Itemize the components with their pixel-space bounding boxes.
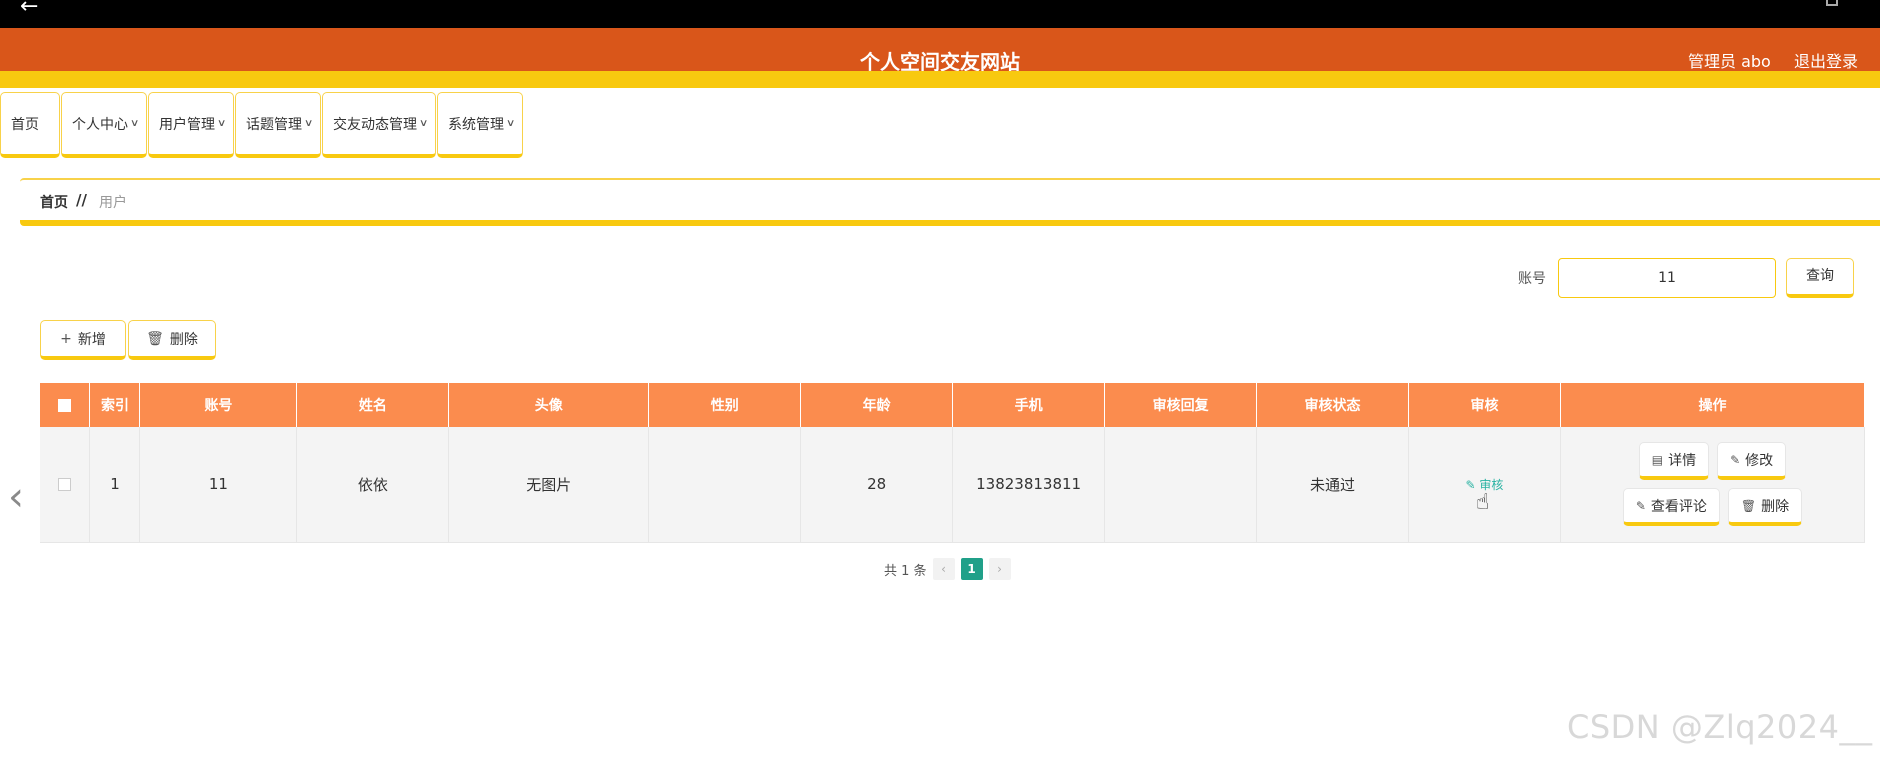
- search-account-label: 账号: [1518, 271, 1546, 287]
- trash-icon: 🗑: [1740, 498, 1757, 513]
- chevron-left-icon[interactable]: ‹: [8, 474, 24, 520]
- column-header: 操作: [1560, 383, 1866, 427]
- column-header: 索引: [89, 383, 141, 427]
- document-icon: ▤: [1651, 452, 1664, 467]
- nav-item-label: 个人中心: [72, 116, 128, 133]
- add-button[interactable]: + 新增: [40, 320, 126, 360]
- back-arrow-icon[interactable]: ←: [20, 0, 38, 19]
- batch-delete-button[interactable]: 🗑 删除: [128, 320, 216, 360]
- select-all-checkbox[interactable]: [58, 398, 72, 412]
- column-header: 手机: [952, 383, 1106, 427]
- page-number[interactable]: 1: [960, 558, 983, 580]
- add-button-label: 新增: [77, 331, 106, 348]
- breadcrumb-home[interactable]: 首页: [40, 192, 68, 212]
- nav-item-system-management[interactable]: 系统管理 ∨: [437, 92, 523, 158]
- nav-item-label: 系统管理: [448, 116, 504, 133]
- delete-button-label: 删除: [1761, 498, 1790, 515]
- nav-item-label: 首页: [11, 116, 39, 133]
- hand-pointer-cursor-icon: ☝: [1476, 490, 1490, 515]
- column-header: 性别: [648, 383, 802, 427]
- chevron-down-icon: ∨: [216, 118, 227, 129]
- search-account-input[interactable]: [1558, 258, 1776, 298]
- column-header: 头像: [448, 383, 650, 427]
- watermark: CSDN @Zlq2024__: [1567, 708, 1873, 746]
- edit-button[interactable]: ✎ 修改: [1717, 442, 1787, 481]
- nav-item-topic-management[interactable]: 话题管理 ∨: [235, 92, 321, 158]
- edit-pen-icon: ✎: [1730, 452, 1741, 467]
- chevron-down-icon: ∨: [129, 118, 140, 129]
- row-checkbox[interactable]: [58, 478, 72, 492]
- restore-icon[interactable]: [1826, 0, 1838, 6]
- cell-review-status: 未通过: [1256, 427, 1409, 543]
- batch-delete-button-label: 删除: [169, 331, 198, 348]
- nav-item-user-management[interactable]: 用户管理 ∨: [148, 92, 234, 158]
- table-row: 1 11 依依 无图片 28 13823813811 未通过 ✎ 审核 ▤ 详情…: [40, 427, 1866, 543]
- chevron-down-icon: ∨: [303, 118, 314, 129]
- chevron-down-icon: ∨: [505, 118, 516, 129]
- select-all-cell: [40, 383, 91, 427]
- next-page-icon[interactable]: ›: [988, 558, 1011, 580]
- cell-avatar: 无图片: [448, 427, 650, 543]
- cell-name: 依依: [296, 427, 450, 543]
- chevron-down-icon: ∨: [418, 118, 429, 129]
- cell-phone: 13823813811: [952, 427, 1106, 543]
- cell-account: 11: [139, 427, 298, 543]
- breadcrumb: 首页 // 用户: [20, 178, 1880, 226]
- edit-button-label: 修改: [1745, 452, 1774, 469]
- nav-item-label: 用户管理: [159, 116, 215, 133]
- plus-icon: +: [60, 330, 72, 347]
- view-comments-button-label: 查看评论: [1650, 498, 1707, 515]
- prev-page-icon[interactable]: ‹: [932, 558, 955, 580]
- trash-icon: 🗑: [146, 330, 164, 347]
- cell-gender: [648, 427, 802, 543]
- logout-link[interactable]: 退出登录: [1794, 48, 1858, 72]
- cell-index: 1: [89, 427, 141, 543]
- view-comments-button[interactable]: ✎ 查看评论: [1622, 488, 1720, 527]
- column-header: 审核回复: [1104, 383, 1258, 427]
- column-header: 审核状态: [1256, 383, 1409, 427]
- nav-item-label: 交友动态管理: [333, 116, 417, 133]
- nav-item-social-feed-management[interactable]: 交友动态管理 ∨: [322, 92, 436, 158]
- row-select-cell: [40, 427, 91, 543]
- admin-label: 管理员 abo: [1688, 52, 1771, 71]
- pagination-total: 共 1 条: [884, 563, 927, 579]
- delete-button[interactable]: 🗑 删除: [1727, 488, 1803, 527]
- window-topbar: ←: [0, 0, 1880, 28]
- detail-button[interactable]: ▤ 详情: [1638, 442, 1710, 481]
- header-accent-bar: [0, 71, 1880, 88]
- nav-item-home[interactable]: 首页: [0, 92, 60, 158]
- column-header: 姓名: [296, 383, 450, 427]
- site-header: 个人空间交友网站 管理员 abo 退出登录: [0, 28, 1880, 88]
- column-header: 审核: [1408, 383, 1561, 427]
- row-actions-line-2: ✎ 查看评论 🗑 删除: [1622, 488, 1803, 527]
- pagination: 共 1 条 ‹ 1 ›: [884, 558, 1011, 580]
- cell-review-reply: [1104, 427, 1258, 543]
- cell-age: 28: [800, 427, 954, 543]
- search-button[interactable]: 查询: [1786, 258, 1854, 298]
- top-nav: 首页 个人中心 ∨ 用户管理 ∨ 话题管理 ∨ 交友动态管理 ∨ 系统管理 ∨: [0, 92, 524, 158]
- cell-actions: ▤ 详情 ✎ 修改 ✎ 查看评论 🗑 删除: [1560, 427, 1866, 543]
- table-header-row: 索引 账号 姓名 头像 性别 年龄 手机 审核回复 审核状态 审核 操作: [40, 383, 1866, 427]
- breadcrumb-separator: //: [76, 191, 87, 209]
- nav-item-personal-center[interactable]: 个人中心 ∨: [61, 92, 147, 158]
- column-header: 账号: [139, 383, 298, 427]
- detail-button-label: 详情: [1668, 452, 1697, 469]
- row-actions: ▤ 详情 ✎ 修改 ✎ 查看评论 🗑 删除: [1561, 442, 1864, 527]
- breadcrumb-current: 用户: [99, 195, 127, 211]
- row-actions-line-1: ▤ 详情 ✎ 修改: [1638, 442, 1787, 481]
- edit-pen-icon: ✎: [1465, 478, 1476, 493]
- edit-pen-icon: ✎: [1635, 498, 1646, 513]
- user-table: 索引 账号 姓名 头像 性别 年龄 手机 审核回复 审核状态 审核 操作 1 1…: [40, 383, 1866, 543]
- nav-item-label: 话题管理: [246, 116, 302, 133]
- cell-review-action: ✎ 审核: [1408, 427, 1561, 543]
- column-header: 年龄: [800, 383, 954, 427]
